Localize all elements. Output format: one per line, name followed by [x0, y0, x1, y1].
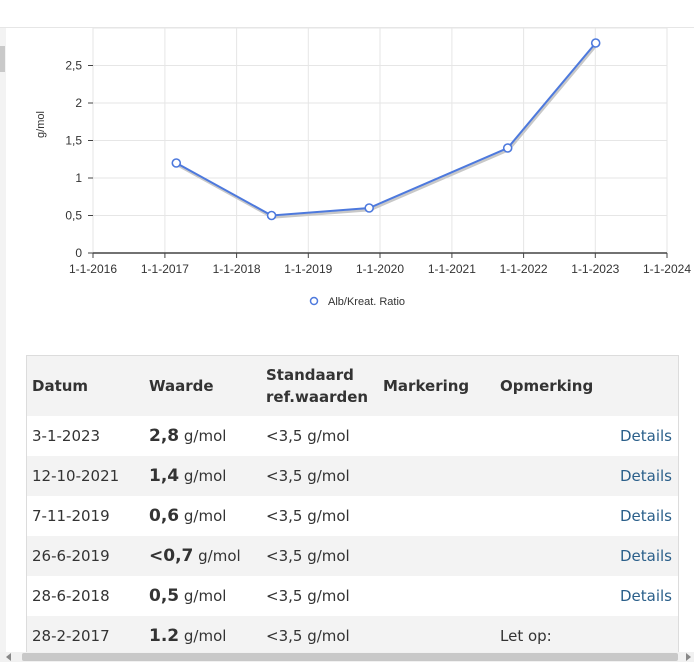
table-row: 26-6-2019 <0,7 g/mol <3,5 g/mol Details: [27, 536, 678, 576]
scroll-left-arrow-icon[interactable]: [6, 653, 11, 661]
y-axis-label: g/mol: [35, 111, 47, 138]
horizontal-scrollbar[interactable]: [0, 652, 694, 662]
legend-marker: [309, 296, 319, 306]
cell-waarde: 2,8 g/mol: [144, 416, 261, 456]
cell-markering: [378, 536, 495, 576]
x-tick-label: 1-1-2024: [643, 262, 691, 276]
value-unit: g/mol: [183, 587, 227, 605]
value-number: 1.2: [149, 626, 180, 646]
details-link[interactable]: Details: [595, 576, 678, 616]
details-link[interactable]: Details: [595, 536, 678, 576]
value-unit: g/mol: [183, 627, 227, 645]
legend-label: Alb/Kreat. Ratio: [328, 296, 405, 308]
cell-datum: 26-6-2019: [27, 536, 144, 576]
y-tick-label: 0,5: [65, 209, 82, 223]
cell-waarde: 0,6 g/mol: [144, 496, 261, 536]
cell-datum: 12-10-2021: [27, 456, 144, 496]
table-row: 28-2-2017 1.2 g/mol <3,5 g/mol Let op:: [27, 616, 678, 652]
results-table-container: Datum Waarde Standaard ref.waarden Marke…: [26, 355, 679, 652]
x-tick-label: 1-1-2016: [69, 262, 117, 276]
top-bar: [0, 0, 694, 28]
value-number: 2,8: [149, 426, 180, 446]
cell-ref: <3,5 g/mol: [261, 616, 378, 652]
header-standaard[interactable]: Standaard ref.waarden: [261, 356, 378, 416]
cell-ref: <3,5 g/mol: [266, 427, 350, 445]
cell-ref: <3,5 g/mol: [261, 536, 378, 576]
cell-ref: <3,5 g/mol: [266, 507, 350, 525]
cell-waarde: 1,4 g/mol: [144, 456, 261, 496]
data-point[interactable]: [590, 38, 601, 48]
cell-ref: <3,5 g/mol: [261, 456, 378, 496]
cell-markering: [378, 616, 495, 652]
cell-waarde: 1.2 g/mol: [144, 616, 261, 652]
cell-ref: <3,5 g/mol: [266, 587, 350, 605]
details-link: [595, 616, 678, 652]
albumin-creatinine-chart: 0 0,5 1 1,5 2 2,5 1-1-2016 1-1-2017 1-1-2018 1-1…: [35, 28, 691, 308]
details-link[interactable]: Details: [595, 456, 678, 496]
cell-markering: [378, 576, 495, 616]
cell-opmerking: [495, 496, 595, 536]
chart-legend[interactable]: Alb/Kreat. Ratio: [309, 296, 406, 308]
y-tick-label: 1: [75, 171, 82, 185]
y-tick-label: 1,5: [65, 134, 82, 148]
table-row: 3-1-2023 2,8 g/mol <3,5 g/mol Details: [27, 416, 678, 456]
value-number: 1,4: [149, 466, 180, 486]
cell-markering: [378, 416, 495, 456]
table-row: 12-10-2021 1,4 g/mol <3,5 g/mol Details: [27, 456, 678, 496]
cell-markering: [378, 456, 495, 496]
cell-waarde: 0,5 g/mol: [144, 576, 261, 616]
details-link[interactable]: Details: [595, 496, 678, 536]
series-line: [175, 42, 597, 217]
y-tick-label: 0: [75, 246, 82, 260]
series-shadow: [176, 44, 598, 219]
table-row: 7-11-2019 0,6 g/mol <3,5 g/mol Details: [27, 496, 678, 536]
cell-datum: 3-1-2023: [32, 427, 101, 445]
cell-markering: [378, 496, 495, 536]
value-unit: g/mol: [183, 507, 227, 525]
results-table: Datum Waarde Standaard ref.waarden Marke…: [27, 356, 678, 652]
value-unit: g/mol: [183, 467, 227, 485]
header-datum[interactable]: Datum: [27, 356, 144, 416]
table-header-row: Datum Waarde Standaard ref.waarden Marke…: [27, 356, 678, 416]
header-opmerking[interactable]: Opmerking: [495, 356, 595, 416]
scroll-right-arrow-icon[interactable]: [686, 653, 691, 661]
x-tick-label: 1-1-2021: [428, 262, 476, 276]
x-tick-label: 1-1-2022: [500, 262, 548, 276]
cell-datum: 28-6-2018: [32, 587, 110, 605]
x-tick-label: 1-1-2023: [571, 262, 619, 276]
cell-opmerking: [495, 536, 595, 576]
cell-opmerking: [495, 456, 595, 496]
cell-opmerking: Let op:: [495, 616, 595, 652]
value-unit: g/mol: [198, 547, 241, 565]
x-tick-label: 1-1-2017: [141, 262, 189, 276]
header-markering[interactable]: Markering: [378, 356, 495, 416]
chart-container: 0 0,5 1 1,5 2 2,5 1-1-2016 1-1-2017 1-1-2018 1-1…: [0, 28, 694, 328]
horizontal-scrollbar-thumb[interactable]: [22, 653, 678, 661]
y-tick-label: 2: [75, 96, 82, 110]
header-waarde[interactable]: Waarde: [144, 356, 261, 416]
value-number: <0,7: [149, 546, 194, 566]
x-tick-label: 1-1-2019: [284, 262, 332, 276]
header-actions: [595, 356, 678, 416]
cell-opmerking: [495, 416, 595, 456]
y-tick-label: 2,5: [65, 59, 82, 73]
details-link[interactable]: Details: [595, 416, 678, 456]
cell-waarde: <0,7 g/mol: [144, 536, 261, 576]
cell-datum: 28-2-2017: [27, 616, 144, 652]
data-point[interactable]: [364, 203, 374, 213]
cell-opmerking: [495, 576, 595, 616]
x-tick-label: 1-1-2020: [356, 262, 404, 276]
x-tick-label: 1-1-2018: [213, 262, 261, 276]
data-point[interactable]: [171, 158, 182, 168]
cell-datum: 7-11-2019: [32, 507, 110, 525]
value-unit: g/mol: [183, 427, 227, 445]
table-row: 28-6-2018 0,5 g/mol <3,5 g/mol Details: [27, 576, 678, 616]
data-point[interactable]: [266, 210, 277, 221]
value-number: 0,6: [149, 506, 180, 526]
data-point[interactable]: [502, 143, 513, 153]
value-number: 0,5: [149, 586, 180, 606]
